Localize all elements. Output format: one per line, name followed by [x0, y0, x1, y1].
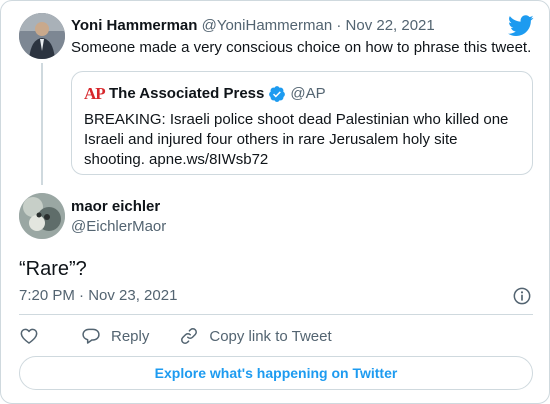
speech-bubble-icon — [82, 328, 100, 344]
tweet-embed-card: Yoni Hammerman @YoniHammerman · Nov 22, … — [0, 0, 550, 404]
reply-author-name[interactable]: maor eichler — [71, 197, 160, 217]
thread-connector-line — [41, 63, 43, 185]
parent-tweet-date[interactable]: Nov 22, 2021 — [346, 17, 435, 34]
parent-author-handle[interactable]: @YoniHammerman — [202, 17, 333, 34]
tweet-actions-bar: Reply Copy link to Tweet — [19, 325, 332, 347]
divider — [19, 314, 533, 315]
reply-author-handle[interactable]: @EichlerMaor — [71, 217, 166, 237]
parent-author-name[interactable]: Yoni Hammerman — [71, 17, 197, 34]
ap-logo: AP — [84, 84, 106, 103]
twitter-bird-icon[interactable] — [508, 15, 534, 37]
reply-tweet-text: “Rare”? — [19, 258, 87, 280]
parent-tweet-header: Yoni Hammerman @YoniHammerman · Nov 22, … — [71, 16, 435, 36]
verified-badge-icon — [269, 86, 286, 102]
quoted-text-line: Israeli and injured four others in rare … — [84, 131, 458, 148]
parent-tweet-text: Someone made a very conscious choice on … — [71, 39, 532, 56]
quoted-text-line: shooting. apne.ws/8IWsb72 — [84, 151, 269, 168]
copy-link-label: Copy link to Tweet — [209, 327, 332, 345]
avatar-yoni-hammerman[interactable] — [19, 13, 65, 59]
copy-link-button[interactable]: Copy link to Tweet — [179, 326, 332, 346]
explore-twitter-button[interactable]: Explore what's happening on Twitter — [19, 356, 533, 390]
reply-button[interactable]: Reply — [81, 326, 149, 346]
quoted-author-name: The Associated Press — [109, 85, 265, 102]
quoted-text-line: BREAKING: Israeli police shoot dead Pale… — [84, 111, 509, 128]
info-icon[interactable] — [512, 286, 532, 306]
heart-icon — [20, 328, 38, 344]
like-button[interactable] — [19, 326, 39, 346]
quoted-tweet-header: The Associated Press @AP — [109, 84, 326, 104]
quoted-tweet-text: BREAKING: Israeli police shoot dead Pale… — [84, 110, 524, 170]
reply-timestamp[interactable]: 7:20 PM · Nov 23, 2021 — [19, 286, 177, 306]
link-icon — [181, 328, 198, 344]
avatar-maor-eichler[interactable] — [19, 193, 65, 239]
header-separator: · — [336, 17, 342, 34]
reply-label: Reply — [111, 327, 150, 345]
quoted-tweet[interactable]: AP The Associated Press @AP BREAKING: Is… — [71, 71, 533, 175]
quoted-author-handle: @AP — [290, 85, 326, 102]
